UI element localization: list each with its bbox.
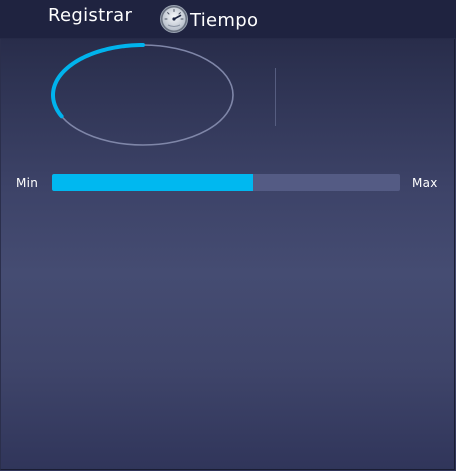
tab-registrar[interactable]: Registrar [48, 5, 132, 26]
tab-bar: Registrar Tiempo [0, 0, 456, 39]
tab-tiempo[interactable]: Tiempo [159, 4, 258, 34]
speedometer-icon [160, 5, 188, 33]
gauge-progress-arc [50, 43, 145, 119]
vertical-divider [275, 68, 276, 126]
range-min-label: Min [16, 176, 39, 190]
range-max-label: Max [412, 176, 438, 190]
circular-gauge [50, 43, 238, 152]
range-progress-fill [52, 174, 254, 191]
tab-tiempo-label: Tiempo [190, 9, 259, 31]
range-progress-bar[interactable] [52, 174, 400, 191]
